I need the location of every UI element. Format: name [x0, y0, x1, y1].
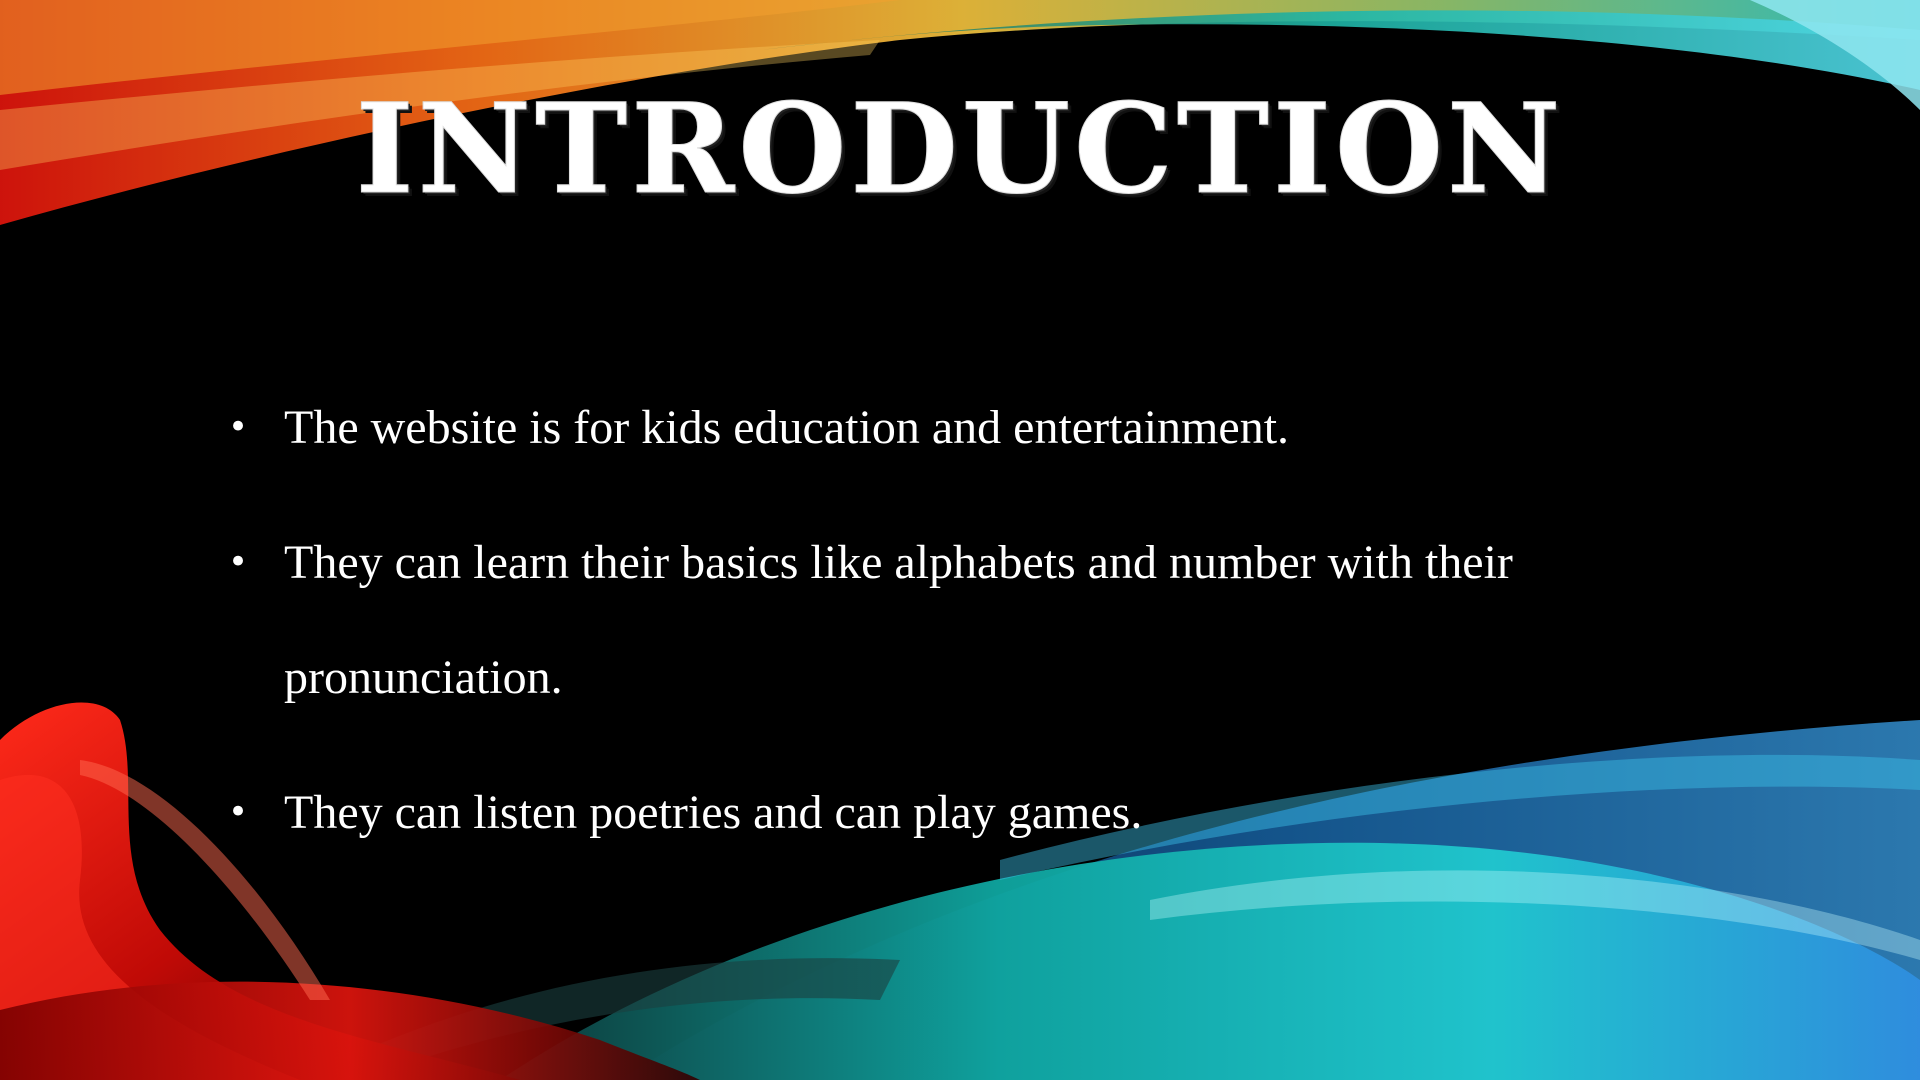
bullet-text: They can listen poetries and can play ga… [284, 786, 1143, 839]
bullet-icon: • [228, 792, 249, 832]
bullet-text: The website is for kids education and en… [284, 401, 1290, 454]
bullet-item: • The website is for kids education and … [224, 370, 1684, 485]
bullet-text: They can learn their basics like alphabe… [284, 536, 1513, 704]
bullet-item: • They can listen poetries and can play … [224, 755, 1684, 870]
slide: Introduction • The website is for kids e… [0, 0, 1920, 1080]
bullet-icon: • [228, 407, 249, 447]
bullet-icon: • [228, 542, 249, 582]
slide-title: Introduction [355, 77, 1565, 222]
bullet-list: • The website is for kids education and … [224, 370, 1684, 870]
bullet-item: • They can learn their basics like alpha… [224, 505, 1684, 735]
